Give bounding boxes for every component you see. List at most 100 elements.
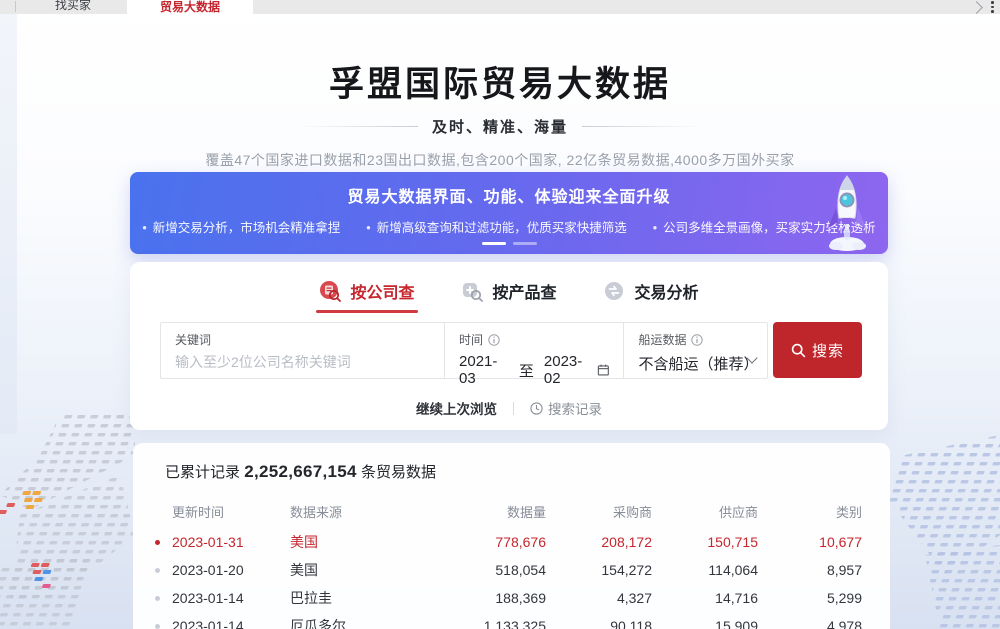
chevron-right-icon[interactable] [971, 1, 984, 14]
row-update-time: 2023-01-14 [172, 618, 290, 629]
time-range-field[interactable]: 时间 2021-03 至 2023-02 [444, 323, 623, 378]
kebab-menu-icon[interactable] [991, 1, 994, 13]
clock-icon [530, 402, 543, 415]
row-data-volume: 188,369 [410, 590, 546, 606]
links-divider [513, 402, 514, 415]
row-bullet-dot [155, 596, 160, 601]
table-body: 2023-01-31 美国 778,676 208,172 150,715 10… [155, 528, 862, 629]
row-buyers: 4,327 [546, 590, 652, 606]
table-row[interactable]: 2023-01-14 巴拉圭 188,369 4,327 14,716 5,29… [155, 584, 862, 612]
row-data-source: 美国 [290, 560, 410, 580]
map-pattern-left [0, 415, 135, 629]
time-separator: 至 [519, 360, 534, 381]
row-buyers: 90,118 [546, 618, 652, 629]
search-button[interactable]: 搜索 [773, 322, 862, 378]
row-categories: 8,957 [758, 562, 862, 578]
row-suppliers: 114,064 [652, 562, 758, 578]
search-tab-label: 按公司查 [350, 279, 414, 303]
table-row[interactable]: 2023-01-14 厄瓜多尔 1,133,325 90,118 15,909 … [155, 612, 862, 629]
carousel-indicator-active[interactable] [482, 242, 506, 246]
col-categories: 类别 [758, 502, 862, 521]
tab-trade-big-data[interactable]: 贸易大数据 [127, 0, 253, 19]
row-suppliers: 15,909 [652, 618, 758, 629]
coverage-description: 覆盖47个国家进口数据和23国出口数据,包含200个国家, 22亿条贸易数据,4… [0, 150, 1000, 170]
total-records-line: 已累计记录 2,252,667,154 条贸易数据 [165, 461, 862, 482]
col-update-time: 更新时间 [172, 502, 290, 521]
time-from-value[interactable]: 2021-03 [459, 353, 509, 387]
row-suppliers: 14,716 [652, 590, 758, 606]
trade-stats-card: 已累计记录 2,252,667,154 条贸易数据 更新时间 数据来源 数据量 … [133, 443, 890, 629]
shipping-data-select[interactable]: 船运数据 不含船运（推荐） [623, 323, 767, 378]
keyword-input[interactable] [175, 354, 430, 370]
banner-bullet-1: 新增交易分析，市场机会精准拿捏 [142, 217, 340, 236]
row-data-volume: 778,676 [410, 534, 546, 550]
col-buyers: 采购商 [546, 502, 652, 521]
search-tab-label: 按产品查 [492, 279, 556, 303]
company-search-icon [319, 280, 341, 302]
row-bullet-dot [155, 624, 160, 629]
search-form: 关键词 时间 2021-03 至 2023-02 [160, 322, 768, 379]
row-update-time: 2023-01-31 [172, 534, 290, 550]
search-tab-by-product[interactable]: 按产品查 [458, 279, 560, 313]
search-tab-by-company[interactable]: 按公司查 [316, 279, 418, 313]
product-search-icon [461, 280, 483, 302]
active-tab-underline [316, 310, 418, 313]
continue-last-browse-link[interactable]: 继续上次浏览 [416, 398, 497, 418]
shipping-label: 船运数据 [638, 331, 686, 348]
tab-strip-divider [15, 1, 16, 12]
trade-analysis-icon [603, 280, 625, 302]
map-pattern-right [885, 435, 1000, 629]
page-subtitle: 及时、精准、海量 [432, 116, 568, 137]
banner-title: 贸易大数据界面、功能、体验迎来全面升级 [130, 183, 888, 207]
row-update-time: 2023-01-14 [172, 590, 290, 606]
row-categories: 10,677 [758, 534, 862, 550]
banner-bullet-2: 新增高级查询和过滤功能，优质买家快捷筛选 [366, 217, 626, 236]
search-history-label: 搜索记录 [548, 398, 602, 418]
table-row[interactable]: 2023-01-31 美国 778,676 208,172 150,715 10… [155, 528, 862, 556]
calendar-icon[interactable] [597, 363, 610, 377]
row-categories: 4,978 [758, 618, 862, 629]
page-title: 孚盟国际贸易大数据 [0, 56, 1000, 107]
time-label: 时间 [459, 331, 483, 348]
search-button-label: 搜索 [812, 340, 844, 361]
row-update-time: 2023-01-20 [172, 562, 290, 578]
row-bullet-dot [155, 568, 160, 573]
info-icon [488, 334, 500, 346]
search-tabs: 按公司查 按产品查 [130, 262, 888, 313]
row-data-volume: 1,133,325 [410, 618, 546, 629]
row-buyers: 154,272 [546, 562, 652, 578]
col-data-volume: 数据量 [410, 502, 546, 521]
search-card: 按公司查 按产品查 [130, 262, 888, 430]
row-data-volume: 518,054 [410, 562, 546, 578]
search-history-link[interactable]: 搜索记录 [530, 398, 602, 418]
subtitle-line-right [582, 126, 702, 127]
total-records-suffix: 条贸易数据 [361, 464, 436, 481]
row-bullet-dot [155, 540, 160, 545]
row-suppliers: 150,715 [652, 534, 758, 550]
total-records-prefix: 已累计记录 [165, 464, 240, 481]
row-data-source: 美国 [290, 532, 410, 552]
search-tab-trade-analysis[interactable]: 交易分析 [600, 279, 702, 313]
table-row[interactable]: 2023-01-20 美国 518,054 154,272 114,064 8,… [155, 556, 862, 584]
total-records-count: 2,252,667,154 [244, 462, 357, 481]
keyword-field[interactable]: 关键词 [161, 323, 444, 378]
upgrade-banner[interactable]: 贸易大数据界面、功能、体验迎来全面升级 新增交易分析，市场机会精准拿捏 新增高级… [130, 172, 888, 254]
col-data-source: 数据来源 [290, 502, 410, 521]
table-header-row: 更新时间 数据来源 数据量 采购商 供应商 类别 [155, 502, 862, 520]
carousel-indicator[interactable] [513, 242, 537, 246]
time-to-value[interactable]: 2023-02 [544, 353, 594, 387]
search-icon [791, 343, 806, 358]
row-data-source: 巴拉圭 [290, 588, 410, 608]
info-icon [691, 334, 703, 346]
keyword-label: 关键词 [175, 331, 211, 348]
rocket-illustration [818, 172, 876, 254]
search-tab-label: 交易分析 [634, 279, 698, 303]
hero-section: 孚盟国际贸易大数据 及时、精准、海量 覆盖47个国家进口数据和23国出口数据,包… [0, 56, 1000, 170]
subtitle-line-left [298, 126, 418, 127]
row-data-source: 厄瓜多尔 [290, 616, 410, 629]
tab-find-buyers[interactable]: 找买家 [40, 0, 106, 14]
shipping-selected-value: 不含船运（推荐） [638, 353, 753, 374]
col-suppliers: 供应商 [652, 502, 758, 521]
row-buyers: 208,172 [546, 534, 652, 550]
row-categories: 5,299 [758, 590, 862, 606]
